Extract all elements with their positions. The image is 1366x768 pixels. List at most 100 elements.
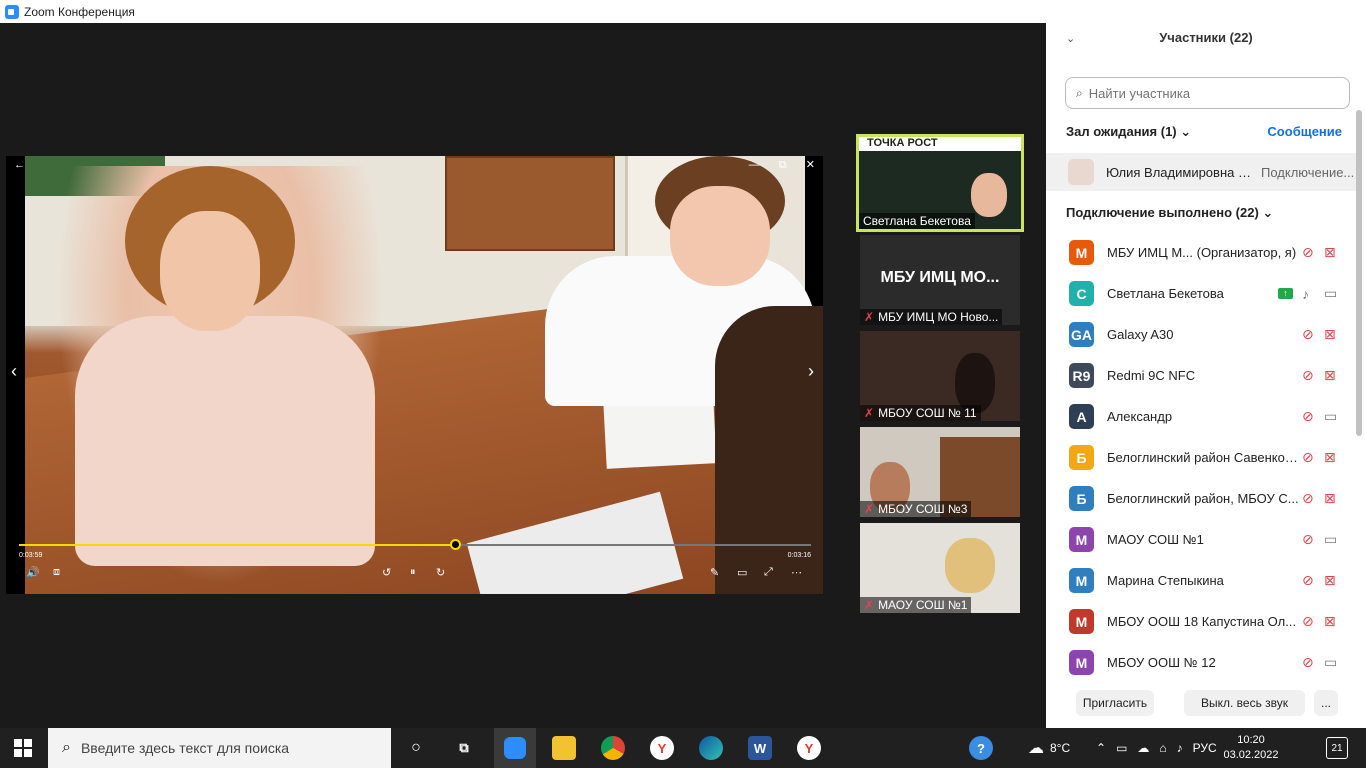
message-button[interactable]: Сообщение xyxy=(1267,124,1342,139)
connected-header[interactable]: Подключение выполнено (22) ⌄ xyxy=(1066,205,1273,221)
clock[interactable]: 10:20 03.02.2022 xyxy=(1222,733,1280,763)
thumbnail-name: МАОУ СОШ №1 xyxy=(878,598,968,612)
mic-muted-icon[interactable]: ⊘ xyxy=(1302,326,1314,343)
video-close-button[interactable]: ✕ xyxy=(806,159,815,171)
file-explorer-icon[interactable] xyxy=(552,736,576,760)
miniview-icon[interactable]: ▭ xyxy=(737,566,747,579)
shared-video[interactable]: ← — ⧉ ✕ ‹ › 0:03:59 0:03:16 🔊 ⧈ ↺ ⏸ ↻ ✎ … xyxy=(6,156,823,594)
windows-start-icon[interactable] xyxy=(14,739,32,757)
camera-icon[interactable]: ▭ xyxy=(1324,285,1337,302)
previous-arrow-icon[interactable]: ‹ xyxy=(11,361,17,382)
participant-row[interactable]: M МБОУ ООШ 18 Капустина Ол... ⊘ ⊠ xyxy=(1046,601,1356,642)
mic-muted-icon[interactable]: ⊘ xyxy=(1302,367,1314,384)
participant-row[interactable]: M МАОУ СОШ №1 ⊘ ▭ xyxy=(1046,519,1356,560)
rewind-10-icon[interactable]: ↺ xyxy=(382,566,391,579)
participants-panel: ⌄ Участники (22) ⌕ Зал ожидания (1) ⌄ Со… xyxy=(1046,0,1366,728)
video-minimize-button[interactable]: — xyxy=(749,159,760,171)
onedrive-icon[interactable]: ☁ xyxy=(1137,741,1149,755)
camera-off-icon[interactable]: ⊠ xyxy=(1324,367,1336,384)
thumbnail-name: МБОУ СОШ № 11 xyxy=(878,406,977,420)
word-icon[interactable]: W xyxy=(748,736,772,760)
camera-off-icon[interactable]: ⊠ xyxy=(1324,244,1336,261)
zoom-logo-icon xyxy=(5,4,19,19)
participant-row[interactable]: A Александр ⊘ ▭ xyxy=(1046,396,1356,437)
search-input[interactable] xyxy=(1088,85,1329,101)
participant-row[interactable]: M МБОУ ООШ № 12 ⊘ ▭ xyxy=(1046,642,1356,683)
volume-icon[interactable]: 🔊 xyxy=(26,566,40,579)
chrome-icon[interactable] xyxy=(601,736,625,760)
participant-row[interactable]: M МБУ ИМЦ М... (Организатор, я) ⊘ ⊠ xyxy=(1046,232,1356,273)
thumbnail-active-speaker[interactable]: ТОЧКА РОСТ Светлана Бекетова xyxy=(856,134,1024,232)
participant-row[interactable]: M Марина Степыкина ⊘ ⊠ xyxy=(1046,560,1356,601)
pen-icon[interactable]: ✎ xyxy=(710,566,719,579)
waiting-room-title: Зал ожидания (1) xyxy=(1066,124,1177,139)
camera-icon[interactable]: ▭ xyxy=(1324,408,1337,425)
mic-muted-icon[interactable]: ⊘ xyxy=(1302,572,1314,589)
system-tray-icons: ⌃ ▭ ☁ ⌂ ♪ РУС xyxy=(1096,728,1217,768)
panel-scrollbar[interactable] xyxy=(1356,110,1362,436)
mic-icon[interactable]: ♪ xyxy=(1302,286,1309,302)
task-view-icon[interactable]: ⧉ xyxy=(452,736,476,760)
waiting-room-header[interactable]: Зал ожидания (1) ⌄ xyxy=(1066,124,1191,140)
participant-row[interactable]: GA Galaxy A30 ⊘ ⊠ xyxy=(1046,314,1356,355)
pause-icon[interactable]: ⏸ xyxy=(410,566,416,579)
help-icon[interactable]: ? xyxy=(969,736,993,760)
chevron-up-icon[interactable]: ⌃ xyxy=(1096,741,1106,755)
camera-off-icon[interactable]: ⊠ xyxy=(1324,326,1336,343)
speaker-icon[interactable]: ♪ xyxy=(1177,741,1183,755)
mute-all-button[interactable]: Выкл. весь звук xyxy=(1184,690,1305,716)
participant-search[interactable]: ⌕ xyxy=(1065,77,1350,109)
cortana-icon[interactable]: ○ xyxy=(404,736,428,760)
seek-knob[interactable] xyxy=(449,539,461,550)
camera-icon[interactable]: ▭ xyxy=(1324,654,1337,671)
thumbnail-participant[interactable]: ✗ МБОУ СОШ № 11 xyxy=(860,331,1020,421)
camera-off-icon[interactable]: ⊠ xyxy=(1324,449,1336,466)
mic-muted-icon[interactable]: ⊘ xyxy=(1302,408,1314,425)
mic-muted-icon[interactable]: ⊘ xyxy=(1302,490,1314,507)
thumbnail-name: Светлана Бекетова xyxy=(859,213,975,229)
keyboard-language[interactable]: РУС xyxy=(1193,741,1217,755)
camera-off-icon[interactable]: ⊠ xyxy=(1324,490,1336,507)
invite-button[interactable]: Пригласить xyxy=(1076,690,1154,716)
more-button[interactable]: ... xyxy=(1314,690,1338,716)
weather-temp: 8°C xyxy=(1050,741,1071,755)
mic-muted-icon[interactable]: ⊘ xyxy=(1302,531,1314,548)
camera-off-icon[interactable]: ⊠ xyxy=(1324,613,1336,630)
participant-row[interactable]: Б Белоглинский район Савенко Т... ⊘ ⊠ xyxy=(1046,437,1356,478)
next-arrow-icon[interactable]: › xyxy=(808,361,814,382)
thumbnail-figure xyxy=(945,538,995,593)
thumbnail-participant[interactable]: МБУ ИМЦ МО... ✗ МБУ ИМЦ МО Ново... xyxy=(860,235,1020,325)
zoom-app-icon[interactable] xyxy=(494,728,536,768)
yandex-browser-icon[interactable]: Y xyxy=(650,736,674,760)
seek-bar[interactable] xyxy=(19,539,811,550)
mic-muted-icon[interactable]: ⊘ xyxy=(1302,449,1314,466)
mic-muted-icon[interactable]: ⊘ xyxy=(1302,244,1314,261)
forward-30-icon[interactable]: ↻ xyxy=(436,566,445,579)
thumbnail-participant[interactable]: ✗ МАОУ СОШ №1 xyxy=(860,523,1020,613)
subtitles-icon[interactable]: ⧈ xyxy=(53,566,60,579)
mic-muted-icon[interactable]: ⊘ xyxy=(1302,613,1314,630)
network-icon[interactable]: ⌂ xyxy=(1159,741,1166,755)
battery-icon[interactable]: ▭ xyxy=(1116,741,1127,755)
person-1-body xyxy=(75,316,375,566)
camera-icon[interactable]: ▭ xyxy=(1324,531,1337,548)
avatar: R9 xyxy=(1069,363,1094,388)
clock-date: 03.02.2022 xyxy=(1223,749,1279,761)
thumbnail-participant[interactable]: ✗ МБОУ СОШ №3 xyxy=(860,427,1020,517)
avatar: M xyxy=(1069,568,1094,593)
waiting-participant-row[interactable]: Юлия Владимировна Сол... Подключение... xyxy=(1046,153,1356,191)
back-arrow-icon[interactable]: ← xyxy=(14,159,25,171)
taskbar-search[interactable]: ⌕ Введите здесь текст для поиска xyxy=(48,728,391,768)
camera-off-icon[interactable]: ⊠ xyxy=(1324,572,1336,589)
mic-muted-icon[interactable]: ⊘ xyxy=(1302,654,1314,671)
participant-row[interactable]: C Светлана Бекетова ↑ ♪ ▭ xyxy=(1046,273,1356,314)
participant-row[interactable]: Б Белоглинский район, МБОУ С... ⊘ ⊠ xyxy=(1046,478,1356,519)
yandex-icon[interactable]: Y xyxy=(797,736,821,760)
fullscreen-icon[interactable]: ⤢ xyxy=(764,566,773,579)
participant-row[interactable]: R9 Redmi 9C NFC ⊘ ⊠ xyxy=(1046,355,1356,396)
weather-widget[interactable]: ☁ 8°C xyxy=(1028,728,1070,768)
edge-icon[interactable] xyxy=(699,736,723,760)
video-restore-button[interactable]: ⧉ xyxy=(779,159,787,171)
more-options-icon[interactable]: ⋯ xyxy=(791,566,802,579)
notifications-icon[interactable]: 21 xyxy=(1326,737,1348,759)
